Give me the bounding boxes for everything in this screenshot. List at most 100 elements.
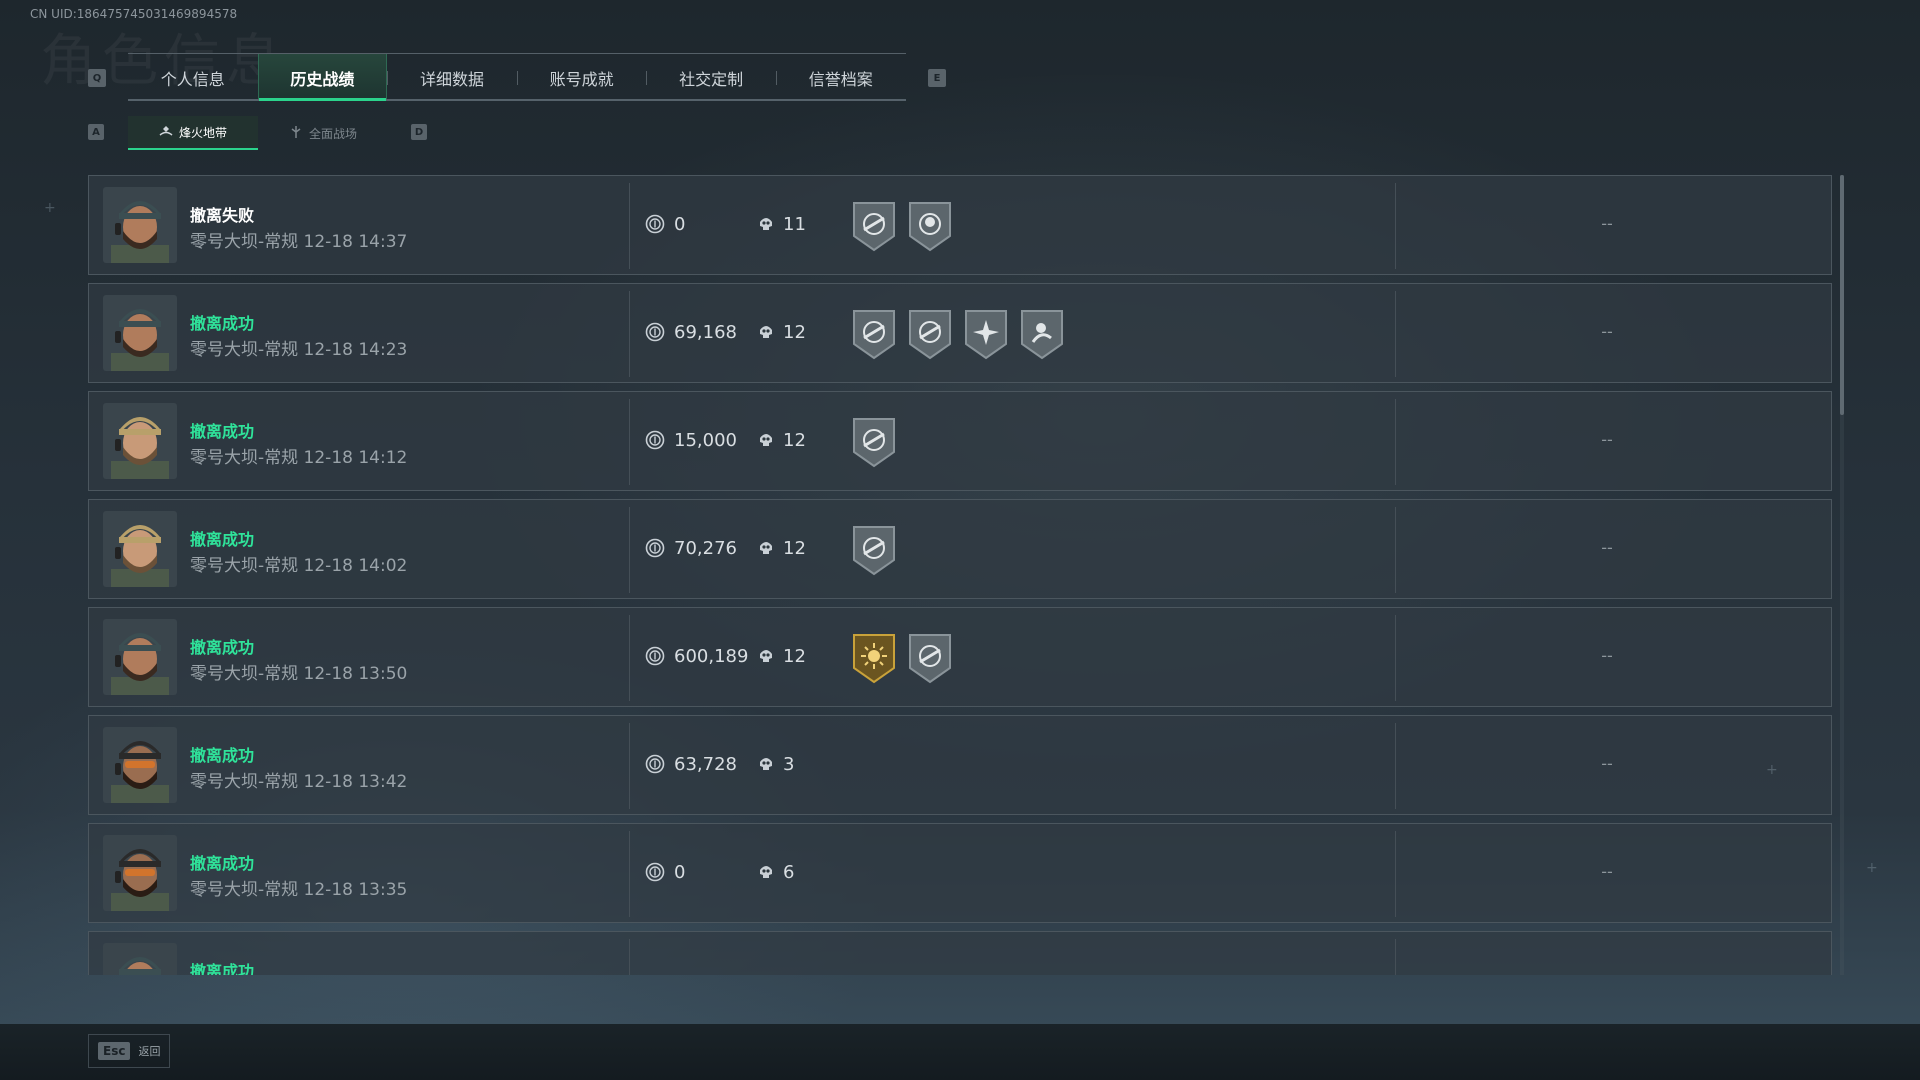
extraction-status: 撤离成功 — [190, 746, 255, 765]
result-placeholder: -- — [1601, 862, 1613, 881]
esc-key-hint: Esc — [98, 1042, 131, 1060]
result-placeholder: -- — [1601, 322, 1613, 341]
gun-badge-icon — [851, 200, 897, 252]
match-time: 12-18 13:42 — [303, 772, 408, 792]
kills-skull-icon — [756, 862, 776, 882]
map-and-time: 零号大坝-常规 12-18 14:23 — [190, 335, 407, 360]
kill-count: 12 — [783, 322, 806, 343]
extraction-status: 撤离成功 — [190, 638, 255, 657]
kill-count: 12 — [783, 538, 806, 559]
kill-count: 12 — [783, 646, 806, 667]
next-subtab-key-hint[interactable]: D — [411, 124, 427, 140]
divider — [1395, 615, 1396, 701]
divider — [629, 615, 630, 701]
match-time: 12-18 14:23 — [303, 340, 408, 360]
operator-avatar — [103, 511, 177, 587]
subtab-fire-zone[interactable]: 烽火地带 — [128, 116, 258, 150]
divider — [629, 507, 630, 593]
kill-count: 3 — [783, 754, 795, 775]
operator-avatar — [103, 187, 177, 263]
match-record-row[interactable]: 撤离成功 零号大坝-常规 12-18 14:23 69,168 12 -- — [88, 283, 1832, 383]
divider — [629, 723, 630, 809]
kill-count: 6 — [783, 862, 795, 883]
match-time: 12-18 13:50 — [303, 664, 408, 684]
map-and-time: 零号大坝-常规 12-18 14:37 — [190, 227, 407, 252]
map-name: 零号大坝-常规 — [190, 448, 299, 468]
map-name: 零号大坝-常规 — [190, 880, 299, 900]
extraction-status: 撤离成功 — [190, 422, 255, 441]
fire-zone-icon — [159, 125, 173, 140]
scrollbar-thumb[interactable] — [1840, 175, 1844, 415]
decor-plus-icon: + — [44, 200, 56, 216]
match-record-row[interactable]: 撤离成功 零号大坝-常规 12-18 13:35 0 6 -- — [88, 823, 1832, 923]
coin-icon — [645, 646, 665, 666]
match-time: 12-18 14:37 — [303, 232, 408, 252]
match-record-row[interactable]: 撤离成功 零号大坝-常规 -- — [88, 931, 1832, 975]
divider — [1395, 831, 1396, 917]
divider — [629, 939, 630, 975]
kills-skull-icon — [756, 754, 776, 774]
back-button[interactable]: Esc 返回 — [88, 1034, 170, 1068]
divider — [1395, 399, 1396, 485]
extraction-status: 撤离失败 — [190, 206, 255, 225]
back-label: 返回 — [138, 1045, 161, 1058]
kill-count: 12 — [783, 430, 806, 451]
match-record-row[interactable]: 撤离成功 零号大坝-常规 12-18 13:50 600,189 12 -- — [88, 607, 1832, 707]
decor-plus-icon: + — [1866, 860, 1878, 876]
divider — [629, 183, 630, 269]
gun-badge-icon — [907, 308, 953, 360]
divider — [1395, 507, 1396, 593]
tab-detailed-data[interactable]: 详细数据 — [387, 54, 517, 101]
next-tab-key-hint[interactable]: E — [928, 69, 946, 87]
kills-skull-icon — [756, 322, 776, 342]
match-record-row[interactable]: 撤离成功 零号大坝-常规 12-18 13:42 63,728 3 -- — [88, 715, 1832, 815]
gun-badge-icon — [851, 524, 897, 576]
match-time: 12-18 13:35 — [303, 880, 408, 900]
divider — [1395, 183, 1396, 269]
rescue-badge-icon — [1019, 308, 1065, 360]
match-record-row[interactable]: 撤离失败 零号大坝-常规 12-18 14:37 0 11 -- — [88, 175, 1832, 275]
result-placeholder: -- — [1601, 754, 1613, 773]
subtab-label: 全面战场 — [308, 126, 357, 141]
operator-avatar — [103, 295, 177, 371]
tab-account-achievements[interactable]: 账号成就 — [516, 54, 647, 101]
extraction-value: 69,168 — [674, 322, 737, 343]
map-name: 零号大坝-常规 — [190, 340, 299, 360]
extraction-status: 撤离成功 — [190, 530, 255, 549]
map-name: 零号大坝-常规 — [190, 232, 299, 252]
divider — [629, 831, 630, 917]
tab-social-customization[interactable]: 社交定制 — [646, 54, 776, 101]
result-placeholder: -- — [1601, 430, 1613, 449]
result-placeholder: -- — [1589, 970, 1625, 975]
extraction-value: 600,189 — [674, 646, 749, 667]
map-name: 零号大坝-常规 — [190, 664, 299, 684]
operator-avatar — [103, 943, 177, 975]
kills-skull-icon — [756, 646, 776, 666]
kill-count: 11 — [783, 214, 806, 235]
prev-subtab-key-hint[interactable]: A — [88, 124, 104, 140]
divider — [1395, 723, 1396, 809]
subtab-battlefield[interactable]: 全面战场 — [262, 116, 384, 150]
prev-tab-key-hint[interactable]: Q — [88, 69, 106, 87]
operator-avatar — [103, 619, 177, 695]
gun-badge-icon — [851, 416, 897, 468]
extraction-value: 63,728 — [674, 754, 737, 775]
match-time: 12-18 14:12 — [303, 448, 408, 468]
operator-avatar — [103, 835, 177, 911]
tab-credit-record[interactable]: 信誉档案 — [775, 54, 906, 101]
coin-icon — [645, 538, 665, 558]
tab-match-history[interactable]: 历史战绩 — [257, 54, 388, 101]
coin-icon — [645, 430, 665, 450]
tab-personal-info[interactable]: 个人信息 — [128, 54, 258, 101]
match-record-row[interactable]: 撤离成功 零号大坝-常规 12-18 14:12 15,000 12 -- — [88, 391, 1832, 491]
extraction-value: 0 — [674, 862, 686, 883]
decor-plus-icon: + — [1766, 762, 1778, 778]
map-and-time: 零号大坝-常规 12-18 13:35 — [190, 875, 407, 900]
bottom-bar — [0, 1024, 1920, 1080]
subtab-label: 烽火地带 — [178, 125, 227, 140]
divider — [629, 399, 630, 485]
map-and-time: 零号大坝-常规 12-18 13:42 — [190, 767, 407, 792]
match-record-row[interactable]: 撤离成功 零号大坝-常规 12-18 14:02 70,276 12 -- — [88, 499, 1832, 599]
match-history-list: 撤离失败 零号大坝-常规 12-18 14:37 0 11 -- 撤离成功 零号… — [88, 175, 1832, 975]
coin-icon — [645, 862, 665, 882]
